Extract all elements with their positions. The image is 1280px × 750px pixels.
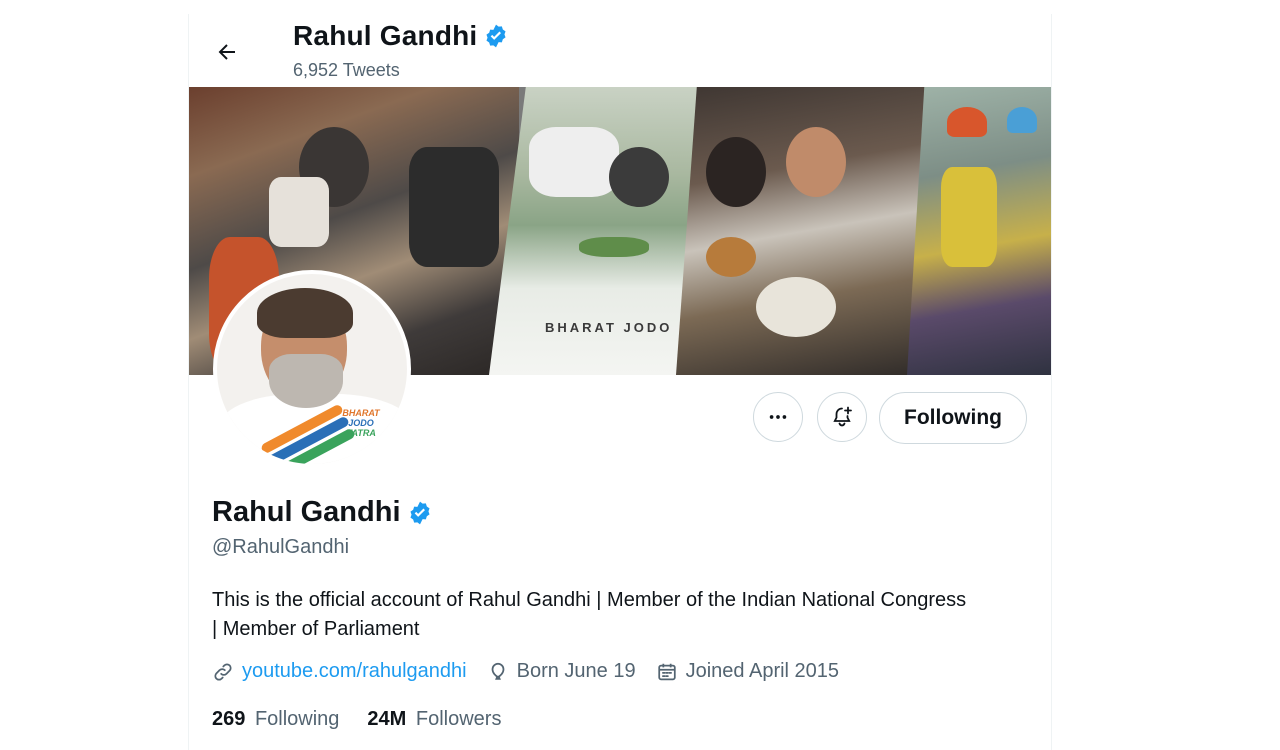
following-count: 269 (212, 708, 246, 730)
logo-line-3: YATRA (346, 428, 376, 438)
banner-caption: BHARAT JODO (545, 320, 673, 335)
followers-stat[interactable]: 24M Followers (367, 708, 501, 731)
bell-plus-icon (833, 406, 852, 427)
joined-item: Joined April 2015 (656, 660, 839, 683)
profile-header-bar: Rahul Gandhi 6,952 Tweets (189, 14, 1051, 87)
logo-line-2: JODO (348, 418, 374, 428)
calendar-icon (657, 663, 676, 680)
more-options-button[interactable] (753, 392, 803, 442)
profile-name: Rahul Gandhi (212, 496, 401, 528)
website-item: youtube.com/rahulgandhi (212, 660, 467, 683)
following-stat[interactable]: 269 Following (212, 708, 339, 731)
follow-stats-row: 269 Following 24M Followers (212, 708, 529, 731)
banner-photo-meal (676, 87, 936, 375)
link-icon (214, 662, 232, 681)
avatar-hair (257, 288, 353, 338)
profile-name-row: Rahul Gandhi (212, 496, 433, 529)
balloon-icon (491, 662, 504, 680)
logo-line-1: BHARAT (342, 408, 380, 418)
following-button[interactable]: Following (879, 392, 1027, 444)
notifications-button[interactable] (817, 392, 867, 442)
avatar-beard (269, 354, 343, 408)
followers-stat-label: Followers (415, 708, 502, 730)
back-button[interactable] (209, 34, 245, 70)
banner-photo-bike (907, 87, 1051, 375)
more-horizontal-icon (769, 415, 787, 419)
profile-bio: This is the official account of Rahul Ga… (212, 589, 967, 640)
header-name: Rahul Gandhi (293, 20, 478, 51)
header-name-row: Rahul Gandhi (293, 20, 509, 52)
website-link[interactable]: youtube.com/rahulgandhi (242, 660, 467, 683)
birthday-text: Born June 19 (516, 660, 636, 682)
profile-avatar[interactable]: BHARAT JODO YATRA (213, 270, 411, 468)
profile-meta-row: youtube.com/rahulgandhi Born June 19 Joi… (212, 660, 859, 683)
bharat-jodo-yatra-logo: BHARAT JODO YATRA (339, 408, 383, 438)
following-stat-label: Following (254, 708, 340, 730)
verified-badge-icon[interactable] (407, 500, 433, 526)
verified-badge-icon (483, 23, 509, 49)
arrow-left-icon (218, 44, 235, 60)
followers-count: 24M (367, 708, 407, 730)
joined-text: Joined April 2015 (685, 660, 840, 682)
profile-handle: @RahulGandhi (212, 536, 350, 558)
birthday-item: Born June 19 (487, 660, 636, 683)
profile-column: Rahul Gandhi 6,952 Tweets BHARAT JODO BH… (188, 14, 1052, 750)
tweet-count: 6,952 Tweets (293, 60, 400, 80)
